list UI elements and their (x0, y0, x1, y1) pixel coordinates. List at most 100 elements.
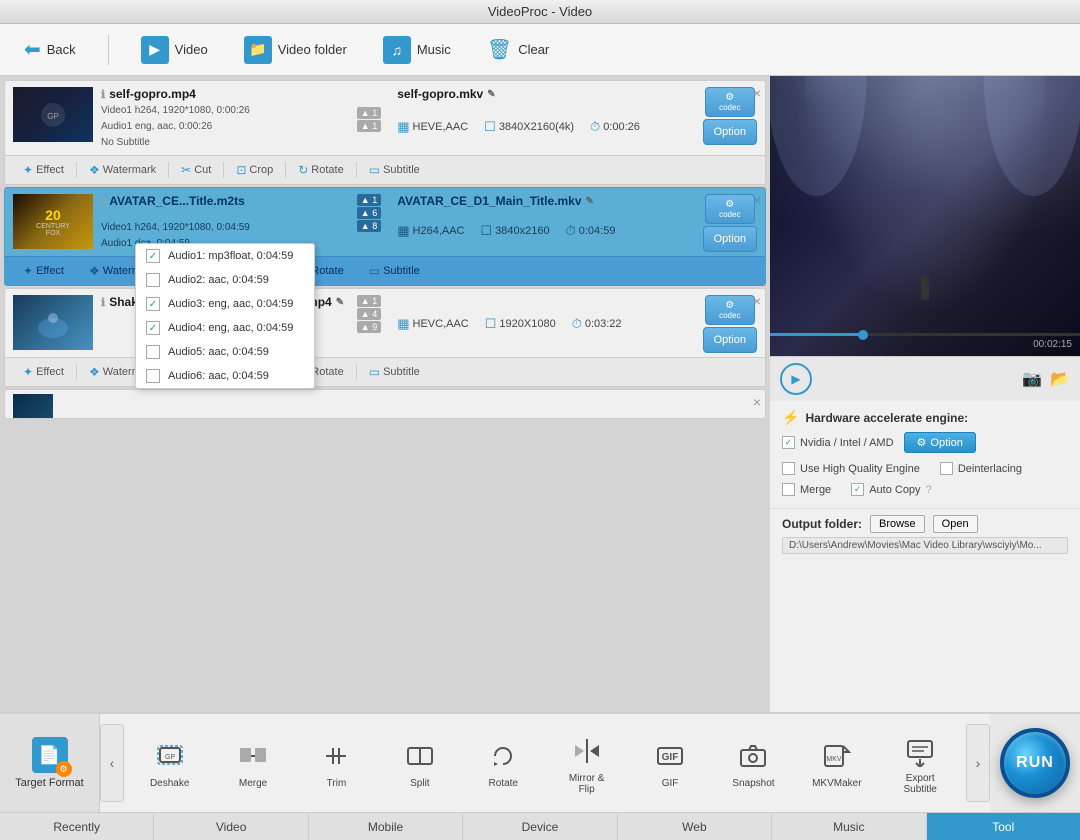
crop-btn-1[interactable]: ⊡ Crop (226, 160, 283, 180)
file-thumb-4 (13, 394, 53, 419)
audio-info-1: Audio1 eng, aac, 0:00:26 (101, 119, 349, 135)
mkvmaker-label: MKVMaker (812, 778, 861, 789)
subtitle-btn-1[interactable]: ▭ Subtitle (359, 160, 430, 180)
audio-item-4[interactable]: Audio4: eng, aac, 0:04:59 (136, 316, 314, 340)
run-button[interactable]: RUN (1000, 728, 1070, 798)
audio-check-1 (146, 249, 160, 263)
merge-tool[interactable]: Merge (223, 733, 283, 793)
tab-music[interactable]: Music (772, 813, 926, 840)
preview-icons: 📷 📂 (1022, 369, 1070, 389)
subtitle-btn-2[interactable]: ▭ Subtitle (359, 261, 430, 281)
tab-web[interactable]: Web (618, 813, 772, 840)
res-icon-2: ☐ (481, 223, 493, 239)
video-folder-button[interactable]: 📁 Video folder (236, 32, 355, 68)
merge-checkbox[interactable] (782, 483, 795, 496)
mirrorflip-tool[interactable]: Mirror &Flip (557, 728, 617, 799)
format-icon-3: ▦ (397, 316, 409, 332)
folder-open-icon[interactable]: 📂 (1050, 369, 1070, 389)
watermark-label-1: Watermark (103, 164, 156, 176)
effect-btn-3[interactable]: ✦ Effect (13, 362, 74, 382)
input-name-2: AVATAR_CE...Title.m2ts (109, 194, 245, 208)
exportsubtitle-tool[interactable]: ExportSubtitle (890, 728, 950, 799)
target-format[interactable]: 📄 ⚙ Target Format (0, 714, 100, 812)
run-label: RUN (1016, 754, 1054, 772)
split-tool[interactable]: Split (390, 733, 450, 793)
open-button[interactable]: Open (933, 515, 978, 533)
option-btn-1[interactable]: Option (703, 119, 757, 145)
audio-check-6 (146, 369, 160, 383)
browse-button[interactable]: Browse (870, 515, 925, 533)
play-button[interactable]: ▶ (780, 363, 812, 395)
info-icon-3: ℹ (101, 296, 105, 309)
audio-item-5[interactable]: Audio5: aac, 0:04:59 (136, 340, 314, 364)
video-label: Video (175, 42, 208, 57)
subtitle-info-1: No Subtitle (101, 135, 349, 151)
res-badge-3: ☐ 1920X1080 (485, 316, 556, 332)
snapshot-tool[interactable]: Snapshot (723, 733, 783, 793)
effect-btn-2[interactable]: ✦ Effect (13, 261, 74, 281)
codec-btn-2[interactable]: ⚙ codec (705, 194, 755, 224)
mkvmaker-tool[interactable]: MKV MKVMaker (807, 733, 867, 793)
autocopy-checkbox[interactable] (851, 483, 864, 496)
rotate-btn-1[interactable]: ↻ Rotate (288, 160, 353, 180)
cut-btn-1[interactable]: ✂ Cut (171, 160, 221, 180)
gif-tool[interactable]: GIF GIF (640, 733, 700, 793)
deshake-tool[interactable]: GP Deshake (140, 733, 200, 793)
effect-btn-1[interactable]: ✦ Effect (13, 160, 74, 180)
option-label-1: Option (714, 126, 746, 138)
deinterlace-checkbox[interactable] (940, 462, 953, 475)
option-btn-2[interactable]: Option (703, 226, 757, 252)
preview-bg (770, 76, 1080, 356)
audio-item-3[interactable]: Audio3: eng, aac, 0:04:59 (136, 292, 314, 316)
format-info-3: ▦ HEVC,AAC ☐ 1920X1080 ⏱ 0:03:22 (397, 295, 621, 353)
preview-scrubber[interactable] (858, 330, 868, 340)
codec-btn-1[interactable]: ⚙ codec (705, 87, 755, 117)
music-button[interactable]: ♫ Music (375, 32, 459, 68)
tab-tool[interactable]: Tool (927, 813, 1080, 840)
scissors-icon-1: ✂ (181, 163, 191, 177)
tab-video[interactable]: Video (154, 813, 308, 840)
edit-icon-1[interactable]: ✎ (487, 89, 495, 100)
subtitle-label-3: Subtitle (383, 366, 420, 378)
close-btn-3[interactable]: × (753, 293, 761, 309)
scroll-left-arrow[interactable]: ‹ (100, 724, 124, 802)
watermark-icon-2: ❖ (89, 264, 100, 278)
tab-mobile[interactable]: Mobile (309, 813, 463, 840)
effect-label-1: Effect (36, 164, 64, 176)
scroll-right-arrow[interactable]: › (966, 724, 990, 802)
trim-tool[interactable]: Trim (306, 733, 366, 793)
mirrorflip-label: Mirror &Flip (569, 773, 605, 795)
watermark-btn-1[interactable]: ❖ Watermark (79, 160, 166, 180)
video-button[interactable]: ▶ Video (133, 32, 216, 68)
back-button[interactable]: ⬅ Back (16, 33, 84, 66)
hq-checkbox[interactable] (782, 462, 795, 475)
nvidia-checkbox[interactable] (782, 436, 795, 449)
option-btn-3[interactable]: Option (703, 327, 757, 353)
output-res-2: 3840x2160 (495, 225, 549, 237)
right-section-3: ▲ 1 ▲ 4 ▲ 9 (357, 295, 381, 353)
preview-progress-bar[interactable] (770, 333, 1080, 336)
close-btn-4[interactable]: × (753, 394, 761, 410)
autocopy-check-wrap: Auto Copy ? (851, 483, 932, 496)
merge-tool-label: Merge (239, 778, 267, 789)
close-btn-2[interactable]: × (753, 192, 761, 208)
audio-item-1[interactable]: Audio1: mp3float, 0:04:59 (136, 244, 314, 268)
tab-device[interactable]: Device (463, 813, 617, 840)
deinterlace-label: Deinterlacing (958, 463, 1022, 475)
hw-option-button[interactable]: ⚙ Option (904, 432, 976, 453)
tab-recently[interactable]: Recently (0, 813, 154, 840)
subtitle-btn-3[interactable]: ▭ Subtitle (359, 362, 430, 382)
edit-icon-2[interactable]: ✎ (586, 196, 594, 207)
clear-button[interactable]: 🗑 Clear (479, 33, 557, 66)
audio-item-6[interactable]: Audio6: aac, 0:04:59 (136, 364, 314, 388)
file-name-2: ℹ AVATAR_CE...Title.m2ts (101, 194, 349, 208)
edit-icon-3[interactable]: ✎ (336, 297, 344, 308)
sep-1a (76, 162, 77, 178)
audio-item-2[interactable]: Audio2: aac, 0:04:59 (136, 268, 314, 292)
camera-icon[interactable]: 📷 (1022, 369, 1042, 389)
rotate-tool[interactable]: Rotate (473, 733, 533, 793)
codec-btn-3[interactable]: ⚙ codec (705, 295, 755, 325)
close-btn-1[interactable]: × (753, 85, 761, 101)
dur-badge-3: ⏱ 0:03:22 (572, 316, 622, 332)
split-label: Split (410, 778, 429, 789)
